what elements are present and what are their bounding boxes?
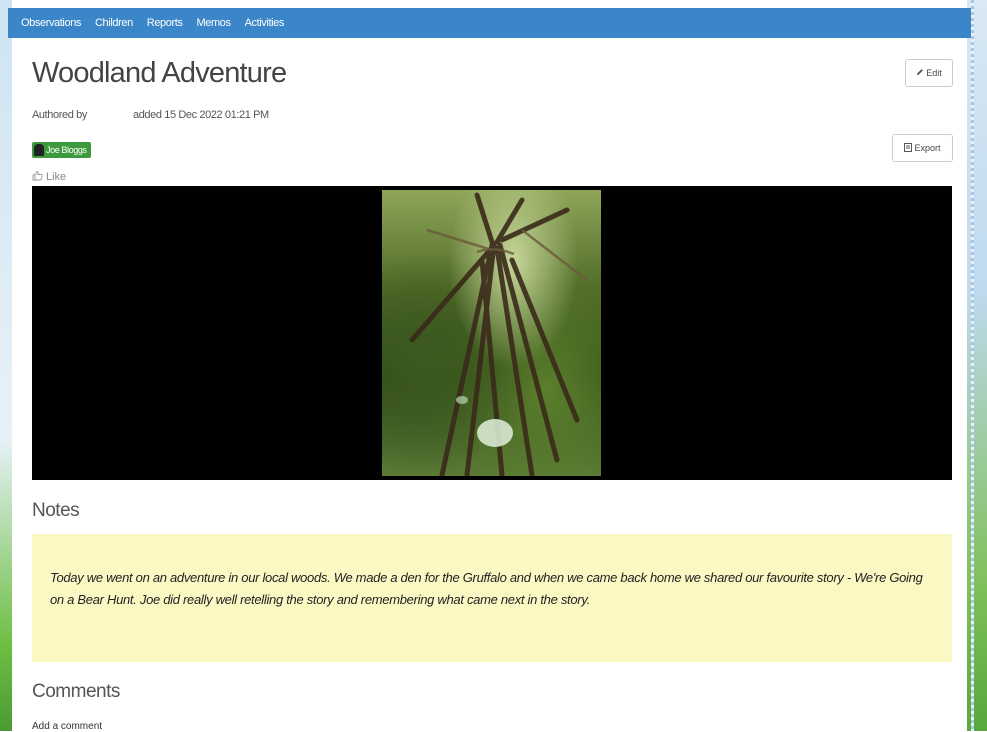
child-tag[interactable]: Joe Bloggs xyxy=(32,142,91,158)
document-icon xyxy=(904,142,913,154)
notes-box: Today we went on an adventure in our loc… xyxy=(32,534,952,662)
export-button[interactable]: Export xyxy=(892,134,953,162)
like-button[interactable]: Like xyxy=(32,170,66,184)
background-left-strip xyxy=(0,0,12,731)
top-navbar: Observations Children Reports Memos Acti… xyxy=(8,8,971,38)
nav-children[interactable]: Children xyxy=(95,17,133,29)
added-date: added 15 Dec 2022 01:21 PM xyxy=(133,109,269,121)
notes-text: Today we went on an adventure in our loc… xyxy=(50,570,923,607)
add-comment-link[interactable]: Add a comment xyxy=(32,721,102,732)
notes-heading: Notes xyxy=(32,500,80,521)
authored-by: Authored by xyxy=(32,109,87,121)
background-right-strip xyxy=(967,0,987,731)
nav-activities[interactable]: Activities xyxy=(245,17,285,29)
export-label: Export xyxy=(914,143,941,153)
nav-memos[interactable]: Memos xyxy=(197,17,231,29)
page-title: Woodland Adventure xyxy=(32,57,287,89)
like-label: Like xyxy=(46,171,67,183)
edit-label: Edit xyxy=(926,68,942,78)
den-branches-illustration xyxy=(409,192,588,476)
edit-button[interactable]: Edit xyxy=(905,59,953,87)
child-name: Joe Bloggs xyxy=(46,145,87,155)
nav-observations[interactable]: Observations xyxy=(21,17,81,29)
observation-panel: Woodland Adventure Edit Authored by adde… xyxy=(12,38,967,732)
child-avatar-icon xyxy=(34,144,44,156)
pencil-icon xyxy=(916,68,924,78)
nav-reports[interactable]: Reports xyxy=(147,17,183,29)
comments-heading: Comments xyxy=(32,681,120,702)
observation-photo[interactable] xyxy=(382,190,601,476)
thumbs-up-icon xyxy=(32,170,43,184)
media-viewer xyxy=(32,186,952,480)
